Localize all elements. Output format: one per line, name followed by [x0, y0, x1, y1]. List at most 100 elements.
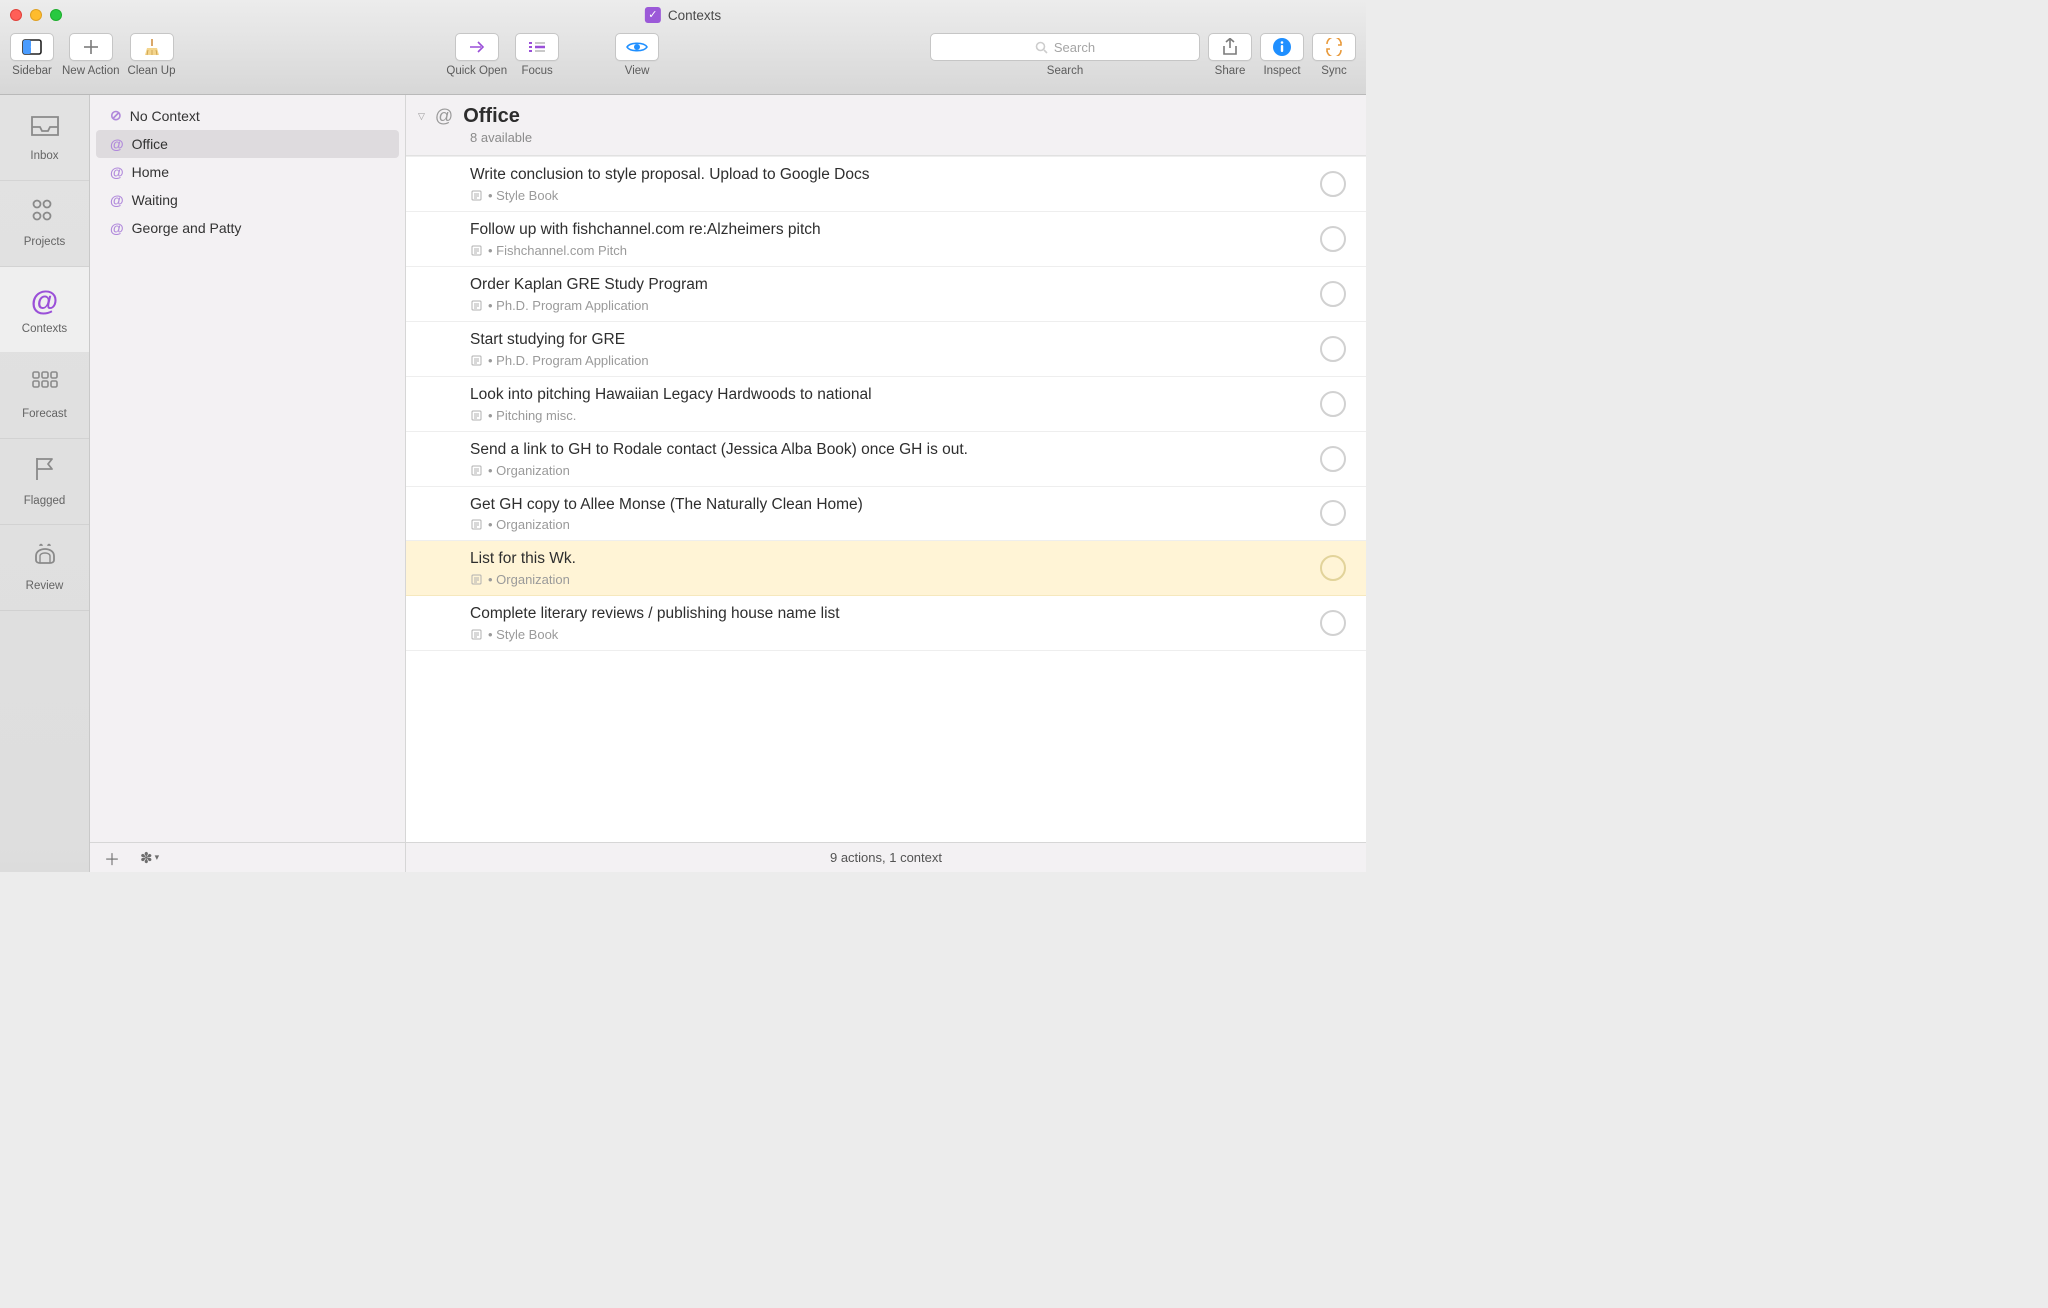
- task-checkbox[interactable]: [1320, 391, 1346, 417]
- task-row[interactable]: Get GH copy to Allee Monse (The Naturall…: [406, 487, 1366, 542]
- task-body: Complete literary reviews / publishing h…: [470, 604, 1306, 642]
- gear-icon: ✽: [140, 849, 153, 867]
- toolbar: Sidebar New Action Clean Up: [0, 30, 1366, 95]
- task-title: Follow up with fishchannel.com re:Alzhei…: [470, 220, 1306, 241]
- quick-open-button[interactable]: [455, 33, 499, 61]
- search-field[interactable]: Search: [930, 33, 1200, 61]
- task-body: List for this Wk.• Organization: [470, 549, 1306, 587]
- context-label: No Context: [130, 108, 200, 124]
- clean-up-button[interactable]: [130, 33, 174, 61]
- context-item-waiting[interactable]: @ Waiting: [96, 186, 399, 214]
- view-button[interactable]: [615, 33, 659, 61]
- app-icon: ✓: [645, 7, 661, 23]
- at-icon: @: [110, 220, 124, 236]
- task-checkbox[interactable]: [1320, 226, 1346, 252]
- close-window-button[interactable]: [10, 9, 22, 21]
- task-row[interactable]: Complete literary reviews / publishing h…: [406, 596, 1366, 651]
- task-checkbox[interactable]: [1320, 500, 1346, 526]
- sidebar-tool-group: Sidebar: [10, 33, 54, 77]
- perspective-tab-contexts[interactable]: @ Contexts: [0, 267, 89, 353]
- task-checkbox[interactable]: [1320, 610, 1346, 636]
- task-row[interactable]: Order Kaplan GRE Study Program• Ph.D. Pr…: [406, 267, 1366, 322]
- context-item-home[interactable]: @ Home: [96, 158, 399, 186]
- task-meta: • Ph.D. Program Application: [470, 353, 1306, 368]
- task-meta: • Pitching misc.: [470, 408, 1306, 423]
- context-label: Home: [132, 164, 169, 180]
- note-icon: [470, 189, 482, 201]
- task-row[interactable]: List for this Wk.• Organization: [406, 541, 1366, 596]
- forecast-icon: [32, 371, 58, 402]
- search-icon: [1035, 41, 1048, 54]
- add-button[interactable]: ＋: [104, 846, 120, 870]
- context-item-george-patty[interactable]: @ George and Patty: [96, 214, 399, 242]
- sidebar-button[interactable]: [10, 33, 54, 61]
- window-title: ✓ Contexts: [645, 7, 721, 23]
- perspective-tab-forecast[interactable]: Forecast: [0, 353, 89, 439]
- new-action-tool-group: New Action: [62, 33, 120, 77]
- disclosure-triangle[interactable]: ▽: [418, 111, 425, 122]
- gear-menu-button[interactable]: ✽ ▾: [140, 849, 159, 867]
- focus-icon: [527, 40, 547, 54]
- perspective-rail-footer: [0, 842, 90, 872]
- note-icon: [470, 299, 482, 311]
- new-action-button[interactable]: [69, 33, 113, 61]
- perspective-rail: Inbox Projects @ Contexts: [0, 95, 90, 842]
- task-project: • Pitching misc.: [488, 408, 576, 423]
- task-checkbox[interactable]: [1320, 171, 1346, 197]
- task-row[interactable]: Follow up with fishchannel.com re:Alzhei…: [406, 212, 1366, 267]
- search-placeholder: Search: [1054, 40, 1095, 55]
- main-area: Inbox Projects @ Contexts: [0, 95, 1366, 842]
- note-icon: [470, 629, 482, 641]
- status-bar: 9 actions, 1 context: [406, 842, 1366, 872]
- share-button[interactable]: [1208, 33, 1252, 61]
- perspective-tab-flagged[interactable]: Flagged: [0, 439, 89, 525]
- sidebar-footer: ＋ ✽ ▾: [90, 842, 406, 872]
- plus-icon: [82, 38, 100, 56]
- task-project: • Style Book: [488, 627, 558, 642]
- task-row[interactable]: Start studying for GRE• Ph.D. Program Ap…: [406, 322, 1366, 377]
- focus-button[interactable]: [515, 33, 559, 61]
- inspect-button[interactable]: [1260, 33, 1304, 61]
- task-checkbox[interactable]: [1320, 555, 1346, 581]
- task-body: Follow up with fishchannel.com re:Alzhei…: [470, 220, 1306, 258]
- search-label: Search: [1047, 65, 1083, 77]
- task-project: • Organization: [488, 463, 570, 478]
- status-text: 9 actions, 1 context: [830, 850, 942, 865]
- task-title: Send a link to GH to Rodale contact (Jes…: [470, 440, 1306, 461]
- task-checkbox[interactable]: [1320, 446, 1346, 472]
- context-item-office[interactable]: @ Office: [96, 130, 399, 158]
- task-row[interactable]: Write conclusion to style proposal. Uplo…: [406, 156, 1366, 212]
- task-body: Write conclusion to style proposal. Uplo…: [470, 165, 1306, 203]
- task-row[interactable]: Send a link to GH to Rodale contact (Jes…: [406, 432, 1366, 487]
- minimize-window-button[interactable]: [30, 9, 42, 21]
- task-checkbox[interactable]: [1320, 336, 1346, 362]
- perspective-label: Review: [26, 580, 64, 592]
- titlebar: ✓ Contexts: [0, 0, 1366, 30]
- at-icon: @: [110, 192, 124, 208]
- zoom-window-button[interactable]: [50, 9, 62, 21]
- task-meta: • Style Book: [470, 188, 1306, 203]
- context-label: Office: [132, 136, 168, 152]
- task-meta: • Organization: [470, 572, 1306, 587]
- perspective-label: Inbox: [30, 150, 58, 162]
- sync-tool-group: Sync: [1312, 33, 1356, 77]
- context-label: Waiting: [132, 192, 178, 208]
- focus-tool-group: Focus: [515, 33, 559, 77]
- perspective-tab-inbox[interactable]: Inbox: [0, 95, 89, 181]
- context-item-no-context[interactable]: ⊘ No Context: [96, 101, 399, 130]
- task-body: Order Kaplan GRE Study Program• Ph.D. Pr…: [470, 275, 1306, 313]
- task-meta: • Style Book: [470, 627, 1306, 642]
- header-subtitle: 8 available: [470, 130, 1350, 145]
- task-checkbox[interactable]: [1320, 281, 1346, 307]
- note-icon: [470, 519, 482, 531]
- sync-button[interactable]: [1312, 33, 1356, 61]
- clean-up-tool-group: Clean Up: [128, 33, 176, 77]
- perspective-tab-review[interactable]: Review: [0, 525, 89, 611]
- search-tool-group: Search Search: [930, 33, 1200, 77]
- at-icon: @: [110, 164, 124, 180]
- task-row[interactable]: Look into pitching Hawaiian Legacy Hardw…: [406, 377, 1366, 432]
- sync-label: Sync: [1321, 65, 1347, 77]
- lower-bar: ＋ ✽ ▾ 9 actions, 1 context: [0, 842, 1366, 872]
- perspective-tab-projects[interactable]: Projects: [0, 181, 89, 267]
- note-icon: [470, 409, 482, 421]
